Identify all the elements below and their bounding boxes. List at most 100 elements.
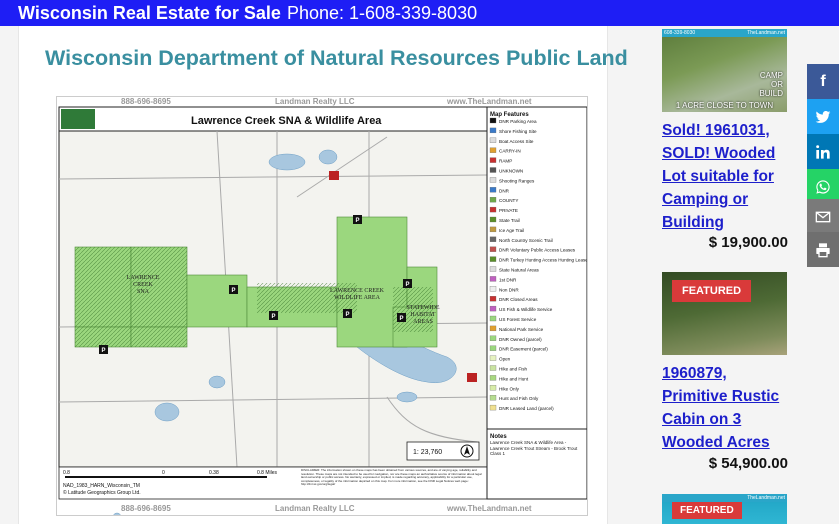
- legend-title: Map Features: [490, 112, 529, 118]
- legend-swatch: [489, 216, 497, 223]
- legend-item-label: RAMP: [499, 159, 512, 164]
- legend-swatch: [489, 127, 497, 134]
- site-topbar: Wisconsin Real Estate for Sale Phone: 1-…: [0, 0, 839, 26]
- listing-price: $ 54,900.00: [708, 455, 788, 472]
- legend-item-label: DNR: [499, 188, 510, 193]
- svg-text:P: P: [231, 288, 235, 294]
- listing-thumbnail[interactable]: 608-339-8030 TheLandman.net CAMP OR BUIL…: [662, 29, 787, 112]
- map-header-company: Landman Realty LLC: [275, 97, 355, 106]
- listing-thumbnail[interactable]: FEATURED: [662, 272, 787, 355]
- share-email-button[interactable]: [807, 199, 839, 234]
- legend-item-label: DNR Turkey Hunting Access Hunting Leases: [499, 258, 588, 263]
- listing-thumbnail[interactable]: TheLandman.net FEATURED: [662, 494, 787, 524]
- share-facebook-button[interactable]: f: [807, 64, 839, 99]
- legend-item-label: North Country Scenic Trail: [499, 238, 553, 243]
- svg-text:0: 0: [162, 470, 165, 476]
- linkedin-icon: [816, 144, 830, 159]
- legend-swatch: [489, 335, 497, 341]
- legend-swatch: [489, 266, 497, 272]
- whatsapp-icon: [816, 179, 830, 194]
- legend-swatch: [489, 226, 497, 233]
- legend-item-label: 1st DNR: [499, 277, 517, 282]
- legend-item-label: Ice Age Trail: [499, 228, 524, 233]
- legend-swatch: [489, 375, 497, 381]
- area-label-habitat-3: AREAS: [413, 319, 433, 325]
- legend-item-label: National Park Service: [499, 327, 544, 332]
- legend-swatch: [489, 177, 497, 183]
- legend-item-label: Hike and Hunt: [499, 376, 529, 381]
- page-title: Wisconsin Department of Natural Resource…: [45, 46, 628, 70]
- legend-item-label: COUNTY: [499, 198, 518, 203]
- legend-swatch: [489, 236, 497, 242]
- map-title: Lawrence Creek SNA & Wildlife Area: [191, 115, 382, 127]
- svg-text:P: P: [399, 316, 403, 322]
- legend-swatch: [489, 345, 497, 351]
- listings-sidebar: 608-339-8030 TheLandman.net CAMP OR BUIL…: [640, 26, 800, 524]
- print-icon: [816, 242, 830, 257]
- legend-swatch: [489, 305, 497, 312]
- map-footer-phone: 888-696-8695: [121, 504, 171, 513]
- legend-swatch: [489, 256, 497, 262]
- notes-text: Lawrence Creek SNA & Wildlife Area - Law…: [490, 440, 578, 456]
- site-phone[interactable]: Phone: 1-608-339-8030: [287, 3, 477, 24]
- legend-item-label: DNR Voluntary Public Access Leases: [499, 248, 576, 253]
- legend-item-label: US Fish & Wildlife Service: [499, 307, 553, 312]
- map-copyright: © Latitude Geographics Group Ltd.: [63, 489, 141, 496]
- legend-item-label: Shore Fishing Site: [499, 129, 537, 134]
- area-label-sna-1: LAWRENCE: [127, 275, 160, 281]
- area-label-wildlife-2: WILDLIFE AREA: [334, 295, 380, 301]
- legend-swatch: [489, 137, 497, 143]
- legend-swatch: [489, 276, 497, 282]
- svg-text:P: P: [405, 282, 409, 288]
- legend-item-label: Open: [499, 357, 511, 362]
- thumb-caption: CAMP OR BUILD: [759, 71, 783, 98]
- dnr-map-image[interactable]: 888-696-8695 Landman Realty LLC www.TheL…: [56, 96, 588, 516]
- legend-item-label: Shooting Ranges: [499, 178, 535, 183]
- svg-text:P: P: [355, 218, 359, 224]
- area-label-sna-3: SNA: [137, 289, 150, 295]
- svg-text:P: P: [271, 314, 275, 320]
- thumb-watermark: TheLandman.net: [662, 494, 787, 502]
- svg-text:0.38: 0.38: [209, 470, 219, 476]
- legend-swatch: [489, 315, 497, 322]
- legend-swatch: [489, 147, 497, 153]
- thumb-caption-bottom: 1 ACRE CLOSE TO TOWN: [675, 101, 774, 110]
- map-footer-website: www.TheLandman.net: [446, 504, 532, 513]
- legend-swatch: [489, 187, 497, 193]
- svg-text:0.8 Miles: 0.8 Miles: [257, 470, 278, 476]
- legend-swatch: [489, 157, 497, 163]
- legend-item-label: US Forest Service: [499, 317, 537, 322]
- share-linkedin-button[interactable]: [807, 134, 839, 169]
- legend-item-label: DNR Closed Areas: [499, 297, 538, 302]
- legend-item-label: Hike Only: [499, 386, 520, 391]
- listing-title-link[interactable]: 1960879, Primitive Rustic Cabin on 3 Woo…: [662, 362, 792, 454]
- legend-item-label: DNR Owned (parcel): [499, 337, 542, 342]
- legend-swatch: [489, 395, 497, 401]
- legend-swatch: [489, 365, 497, 371]
- legend-swatch: [489, 404, 497, 411]
- legend-item-label: State Natural Areas: [499, 268, 540, 273]
- map-footer-company: Landman Realty LLC: [275, 504, 355, 513]
- legend-swatch: [489, 167, 497, 173]
- map-header-website: www.TheLandman.net: [446, 97, 532, 106]
- legend-swatch: [489, 286, 497, 292]
- main-content: Wisconsin Department of Natural Resource…: [18, 26, 628, 524]
- legend-swatch: [489, 206, 497, 213]
- legend-item-label: Non DNR: [499, 287, 519, 292]
- legend-item-label: UNKNOWN: [499, 169, 523, 174]
- site-name[interactable]: Wisconsin Real Estate for Sale: [18, 3, 281, 24]
- twitter-icon: [815, 110, 831, 123]
- share-twitter-button[interactable]: [807, 99, 839, 134]
- area-label-habitat-1: STATEWIDE: [406, 305, 440, 311]
- legend-item-label: PRIVATE: [499, 208, 518, 213]
- map-header-phone: 888-696-8695: [121, 97, 171, 106]
- print-button[interactable]: [807, 232, 839, 267]
- map-scale: 1: 23,760: [413, 449, 442, 456]
- legend-swatch: [489, 246, 497, 252]
- thumb-watermark: 608-339-8030 TheLandman.net: [662, 29, 787, 37]
- svg-text:P: P: [345, 312, 349, 318]
- legend-item-label: Hike and Fish: [499, 367, 528, 372]
- listing-title-link[interactable]: Sold! 1961031, SOLD! Wooded Lot suitable…: [662, 119, 792, 234]
- svg-text:P: P: [101, 348, 105, 354]
- facebook-icon: f: [820, 72, 826, 90]
